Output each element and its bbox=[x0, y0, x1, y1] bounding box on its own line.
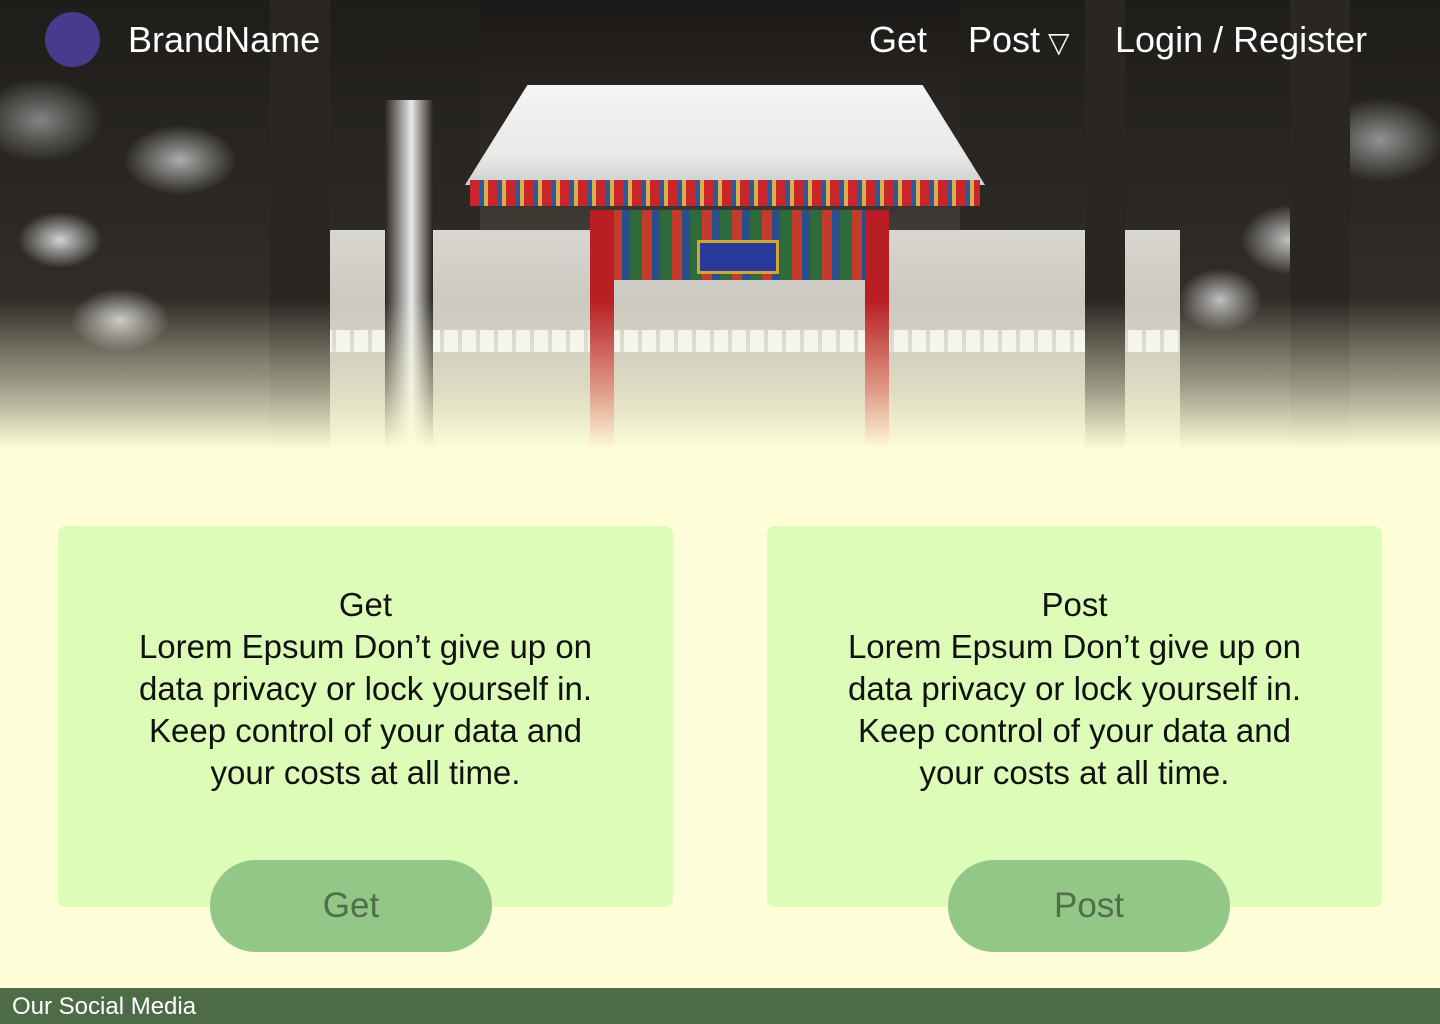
brand-name[interactable]: BrandName bbox=[128, 19, 320, 61]
pavilion-eave bbox=[470, 180, 980, 206]
nav-post-label: Post bbox=[968, 19, 1041, 60]
pavilion-sign bbox=[697, 240, 779, 274]
footer: Our Social Media bbox=[0, 988, 1440, 1024]
card-text: Get Lorem Epsum Don’t give up on data pr… bbox=[138, 584, 593, 794]
login-register-link[interactable]: Login / Register bbox=[1115, 19, 1367, 61]
footer-social-label: Our Social Media bbox=[12, 993, 197, 1020]
card-text: Post Lorem Epsum Don’t give up on data p… bbox=[847, 584, 1302, 794]
brand-logo[interactable] bbox=[45, 12, 100, 67]
post-card: Post Lorem Epsum Don’t give up on data p… bbox=[767, 526, 1382, 907]
pavilion-roof bbox=[465, 85, 985, 185]
get-button[interactable]: Get bbox=[210, 860, 492, 952]
get-card: Get Lorem Epsum Don’t give up on data pr… bbox=[58, 526, 673, 907]
nav-post-dropdown[interactable]: Post ▽ bbox=[968, 19, 1070, 61]
chevron-down-icon: ▽ bbox=[1048, 27, 1070, 58]
card-body: Lorem Epsum Don’t give up on data privac… bbox=[138, 628, 593, 791]
post-button[interactable]: Post bbox=[948, 860, 1230, 952]
navbar: BrandName Get Post ▽ Login / Register bbox=[0, 0, 1440, 80]
nav-get-link[interactable]: Get bbox=[869, 19, 927, 61]
card-body: Lorem Epsum Don’t give up on data privac… bbox=[847, 628, 1302, 791]
card-title: Get bbox=[338, 586, 393, 623]
card-title: Post bbox=[1041, 586, 1108, 623]
hero-fade bbox=[0, 300, 1440, 450]
